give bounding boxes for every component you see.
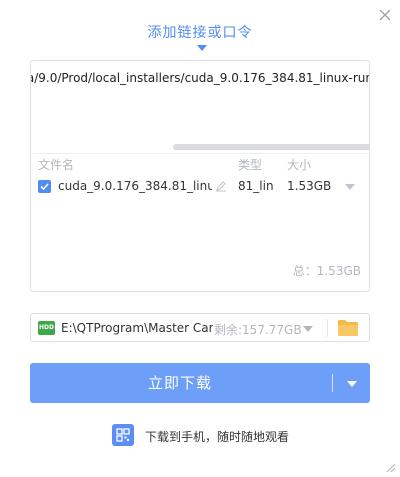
download-to-phone-text: 下载到手机，随时随地观看 — [145, 430, 290, 444]
file-row[interactable]: cuda_9.0.176_384.81_linux-run 81_linux-r… — [31, 173, 369, 199]
chevron-down-icon[interactable] — [345, 184, 355, 190]
path-separator — [327, 319, 328, 337]
resize-grip-icon[interactable] — [384, 461, 396, 476]
column-header-name: 文件名 — [38, 158, 75, 172]
link-text: http://developer.download.nvidia.com/com… — [31, 71, 369, 85]
link-textarea[interactable]: http://developer.download.nvidia.com/com… — [31, 61, 369, 153]
panel-divider — [31, 153, 369, 154]
dialog-header: 添加链接或口令 — [0, 22, 400, 51]
download-button-label: 立即下载 — [147, 374, 212, 392]
save-path-text: E:\QTProgram\Master Card — [61, 321, 213, 335]
free-space-text: 剩余:157.77GB — [214, 323, 302, 337]
save-path-selector[interactable]: HDD E:\QTProgram\Master Card 剩余:157.77GB — [30, 313, 370, 342]
file-size: 1.53GB — [287, 179, 332, 193]
file-name: cuda_9.0.176_384.81_linux-run — [58, 179, 212, 193]
horizontal-scrollbar[interactable] — [173, 144, 369, 150]
download-options-chevron-icon[interactable] — [347, 381, 357, 387]
button-separator — [332, 374, 333, 392]
dialog-title: 添加链接或口令 — [147, 25, 253, 41]
column-header-type: 类型 — [238, 158, 263, 172]
close-icon[interactable] — [378, 8, 392, 22]
path-dropdown-icon[interactable] — [303, 326, 313, 332]
file-checkbox[interactable] — [38, 180, 51, 193]
hdd-icon: HDD — [38, 321, 55, 335]
total-size: 总：1.53GB — [292, 264, 361, 278]
folder-icon[interactable] — [337, 319, 359, 340]
edit-icon[interactable] — [215, 180, 227, 195]
column-header-size: 大小 — [287, 158, 312, 172]
task-panel: http://developer.download.nvidia.com/com… — [30, 60, 370, 292]
title-caret-icon — [197, 45, 207, 51]
file-type: 81_linux-run — [238, 179, 274, 193]
download-now-button[interactable]: 立即下载 — [30, 363, 370, 403]
qr-code-icon — [112, 424, 134, 446]
